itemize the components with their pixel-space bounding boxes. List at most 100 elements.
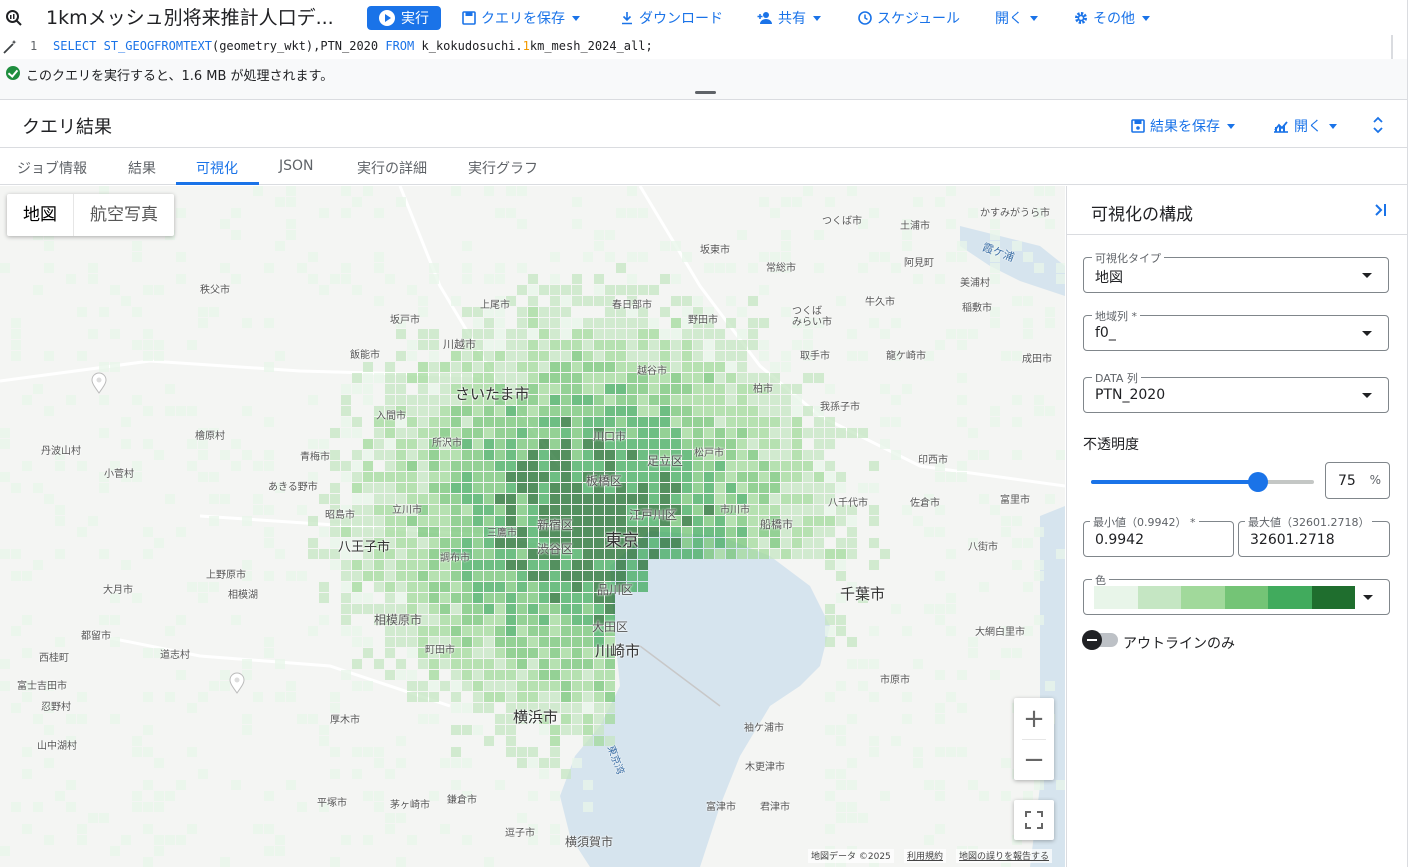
mesh-cell[interactable] — [209, 582, 219, 592]
mesh-cell[interactable] — [1001, 648, 1011, 658]
terms-link[interactable]: 利用規約 — [904, 849, 947, 863]
mesh-cell[interactable] — [11, 329, 21, 339]
mesh-cell[interactable] — [506, 439, 516, 449]
mesh-cell[interactable] — [385, 516, 395, 526]
mesh-cell[interactable] — [1012, 648, 1022, 658]
mesh-cell[interactable] — [649, 494, 659, 504]
mesh-cell[interactable] — [627, 439, 637, 449]
mesh-cell[interactable] — [704, 505, 714, 515]
mesh-cell[interactable] — [88, 329, 98, 339]
mesh-cell[interactable] — [704, 362, 714, 372]
mesh-cell[interactable] — [715, 417, 725, 427]
mesh-cell[interactable] — [550, 461, 560, 471]
mesh-cell[interactable] — [253, 824, 263, 834]
mesh-cell[interactable] — [616, 263, 626, 273]
mesh-cell[interactable] — [198, 593, 208, 603]
mesh-cell[interactable] — [363, 483, 373, 493]
mesh-cell[interactable] — [869, 626, 879, 636]
mesh-cell[interactable] — [792, 494, 802, 504]
save-query-button[interactable]: クエリを保存 — [462, 8, 580, 28]
mesh-cell[interactable] — [429, 692, 439, 702]
mesh-cell[interactable] — [440, 516, 450, 526]
mesh-cell[interactable] — [770, 472, 780, 482]
mesh-cell[interactable] — [957, 395, 967, 405]
mesh-cell[interactable] — [451, 582, 461, 592]
mesh-cell[interactable] — [638, 395, 648, 405]
mesh-cell[interactable] — [407, 835, 417, 845]
mesh-cell[interactable] — [561, 318, 571, 328]
mesh-cell[interactable] — [715, 329, 725, 339]
mesh-cell[interactable] — [825, 824, 835, 834]
mesh-cell[interactable] — [715, 516, 725, 526]
mesh-cell[interactable] — [847, 802, 857, 812]
mesh-cell[interactable] — [110, 846, 120, 856]
mesh-cell[interactable] — [847, 637, 857, 647]
mesh-cell[interactable] — [693, 461, 703, 471]
mesh-cell[interactable] — [528, 329, 538, 339]
mesh-cell[interactable] — [495, 626, 505, 636]
mesh-cell[interactable] — [572, 197, 582, 207]
mesh-cell[interactable] — [891, 318, 901, 328]
mesh-cell[interactable] — [770, 538, 780, 548]
mesh-cell[interactable] — [1034, 571, 1044, 581]
mesh-cell[interactable] — [528, 373, 538, 383]
mesh-cell[interactable] — [44, 835, 54, 845]
mesh-cell[interactable] — [429, 505, 439, 515]
mesh-cell[interactable] — [517, 483, 527, 493]
mesh-cell[interactable] — [253, 461, 263, 471]
mesh-cell[interactable] — [836, 296, 846, 306]
mesh-cell[interactable] — [594, 703, 604, 713]
mesh-cell[interactable] — [748, 461, 758, 471]
mesh-cell[interactable] — [924, 835, 934, 845]
share-button[interactable]: 共有 — [757, 8, 821, 28]
mesh-cell[interactable] — [22, 692, 32, 702]
mesh-cell[interactable] — [825, 626, 835, 636]
mesh-cell[interactable] — [517, 340, 527, 350]
mesh-cell[interactable] — [572, 472, 582, 482]
mesh-cell[interactable] — [539, 428, 549, 438]
mesh-cell[interactable] — [187, 406, 197, 416]
mesh-cell[interactable] — [407, 582, 417, 592]
mesh-cell[interactable] — [275, 692, 285, 702]
mesh-cell[interactable] — [671, 406, 681, 416]
mesh-cell[interactable] — [814, 494, 824, 504]
mesh-cell[interactable] — [517, 549, 527, 559]
mesh-cell[interactable] — [506, 472, 516, 482]
mesh-cell[interactable] — [440, 604, 450, 614]
mesh-cell[interactable] — [946, 747, 956, 757]
mesh-cell[interactable] — [495, 505, 505, 515]
mesh-cell[interactable] — [396, 384, 406, 394]
mesh-cell[interactable] — [869, 659, 879, 669]
mesh-cell[interactable] — [759, 395, 769, 405]
mesh-cell[interactable] — [946, 692, 956, 702]
mesh-cell[interactable] — [209, 472, 219, 482]
mesh-cell[interactable] — [847, 351, 857, 361]
mesh-cell[interactable] — [605, 604, 615, 614]
mesh-cell[interactable] — [297, 802, 307, 812]
mesh-cell[interactable] — [286, 186, 296, 196]
mesh-cell[interactable] — [814, 527, 824, 537]
mesh-cell[interactable] — [396, 593, 406, 603]
mesh-cell[interactable] — [880, 329, 890, 339]
mesh-cell[interactable] — [462, 626, 472, 636]
mesh-cell[interactable] — [1045, 186, 1055, 196]
mesh-cell[interactable] — [638, 549, 648, 559]
mesh-cell[interactable] — [836, 725, 846, 735]
mesh-cell[interactable] — [176, 670, 186, 680]
mesh-cell[interactable] — [781, 428, 791, 438]
mesh-cell[interactable] — [627, 417, 637, 427]
mesh-cell[interactable] — [682, 373, 692, 383]
mesh-cell[interactable] — [869, 461, 879, 471]
mesh-cell[interactable] — [253, 505, 263, 515]
mesh-cell[interactable] — [803, 538, 813, 548]
mesh-cell[interactable] — [792, 527, 802, 537]
mesh-cell[interactable] — [451, 747, 461, 757]
mesh-cell[interactable] — [935, 780, 945, 790]
mesh-cell[interactable] — [770, 395, 780, 405]
mesh-cell[interactable] — [22, 824, 32, 834]
mesh-cell[interactable] — [132, 802, 142, 812]
mesh-cell[interactable] — [341, 560, 351, 570]
mesh-cell[interactable] — [583, 516, 593, 526]
mesh-cell[interactable] — [583, 571, 593, 581]
mesh-cell[interactable] — [638, 571, 648, 581]
